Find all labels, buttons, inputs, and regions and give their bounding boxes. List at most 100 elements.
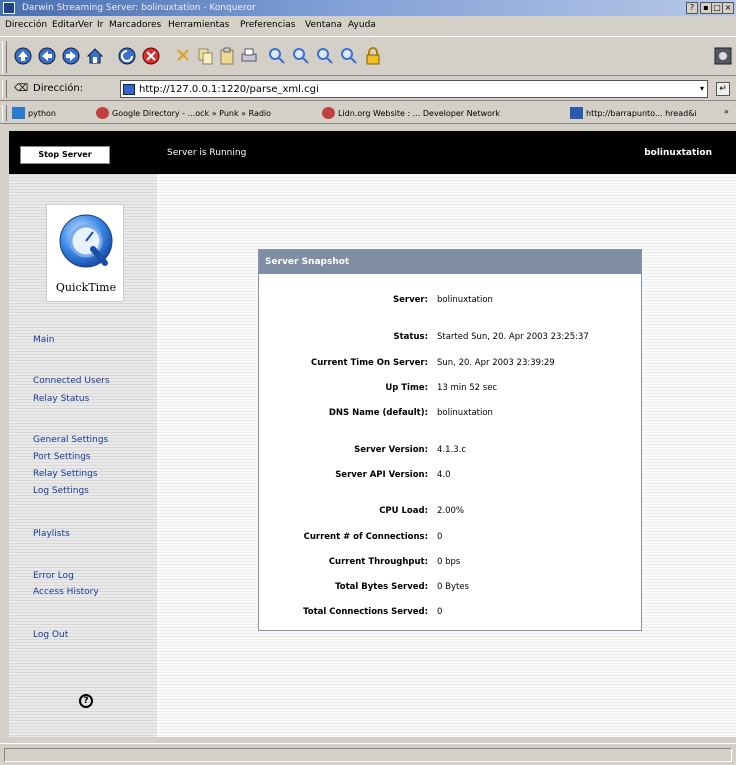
page-icon: [322, 107, 335, 119]
nav-log-out[interactable]: Log Out: [33, 630, 68, 640]
bookmark-python[interactable]: python: [12, 107, 56, 119]
nav-log-settings[interactable]: Log Settings: [33, 486, 89, 496]
bookmark-lidn[interactable]: Lidn.org Website : ... Developer Network: [322, 107, 500, 119]
row-label: Current Throughput:: [328, 557, 428, 567]
row-label: CPU Load:: [379, 506, 428, 516]
nav-playlists[interactable]: Playlists: [33, 529, 70, 539]
row-value: 13 min 52 sec: [437, 383, 498, 393]
reload-icon[interactable]: [116, 45, 138, 67]
bookmark-label: Lidn.org Website : ... Developer Network: [338, 108, 500, 118]
nav-general-settings[interactable]: General Settings: [33, 435, 108, 445]
bookmark-label: http://barrapunto... hread&i: [586, 108, 697, 118]
menu-marcadores[interactable]: Marcadores: [109, 20, 161, 30]
konqueror-throbber-icon: [712, 45, 734, 67]
menu-ir[interactable]: Ir: [97, 20, 103, 30]
main-toolbar: [0, 36, 736, 76]
stop-icon[interactable]: [140, 45, 162, 67]
row-value: 2.00%: [437, 506, 465, 516]
bookmarksbar-handle[interactable]: [2, 105, 7, 121]
menu-preferencias[interactable]: Preferencias: [240, 20, 295, 30]
row-value: 4.1.3.c: [437, 445, 467, 455]
forward-icon[interactable]: [60, 45, 82, 67]
sidebar: QuickTime Main Connected Users Relay Sta…: [9, 174, 157, 737]
help-icon[interactable]: ?: [79, 694, 93, 708]
server-header-bar: Stop Server Server is Running bolinuxtat…: [9, 131, 736, 174]
snapshot-row: Total Connections Served: 0: [259, 607, 641, 621]
nav-access-history[interactable]: Access History: [33, 587, 99, 597]
row-label: Up Time:: [385, 383, 428, 393]
nav-error-log[interactable]: Error Log: [33, 571, 74, 581]
row-label: Server Version:: [354, 445, 428, 455]
quicktime-logo-text: QuickTime: [55, 281, 117, 294]
paste-icon[interactable]: [216, 45, 238, 67]
bookmarks-overflow-icon[interactable]: »: [724, 107, 729, 116]
zoom-fit-icon[interactable]: [266, 45, 288, 67]
cut-icon[interactable]: [172, 45, 194, 67]
web-page: Stop Server Server is Running bolinuxtat…: [9, 131, 736, 737]
row-value: bolinuxtation: [437, 295, 493, 305]
konqueror-app-icon[interactable]: [3, 2, 15, 14]
nav-port-settings[interactable]: Port Settings: [33, 452, 91, 462]
clear-location-icon[interactable]: ⌫: [14, 83, 28, 94]
snapshot-row: Server API Version: 4.0: [259, 470, 641, 484]
menu-ver[interactable]: Ver: [78, 20, 93, 30]
zoom-out-icon[interactable]: [314, 45, 336, 67]
menu-herramientas[interactable]: Herramientas: [168, 20, 229, 30]
row-value: Started Sun, 20. Apr 2003 23:25:37: [437, 332, 589, 342]
row-label: Server:: [393, 295, 428, 305]
print-icon[interactable]: [238, 45, 260, 67]
row-value: bolinuxtation: [437, 408, 493, 418]
back-icon[interactable]: [36, 45, 58, 67]
help-window-icon[interactable]: ?: [686, 2, 698, 14]
url-dropdown-icon[interactable]: ▾: [700, 84, 704, 93]
go-icon[interactable]: ↵: [716, 82, 730, 96]
page-favicon-icon: [123, 84, 135, 95]
snapshot-row: Up Time: 13 min 52 sec: [259, 383, 641, 397]
row-value: 0 bps: [437, 557, 461, 567]
menu-ventana[interactable]: Ventana: [305, 20, 342, 30]
locationbar-handle[interactable]: [2, 80, 7, 98]
bookmark-barrapunto[interactable]: http://barrapunto... hread&i: [570, 107, 697, 119]
url-input[interactable]: http://127.0.0.1:1220/parse_xml.cgi ▾: [120, 80, 708, 98]
bookmark-label: python: [28, 108, 56, 118]
nav-connected-users[interactable]: Connected Users: [33, 376, 110, 386]
close-icon[interactable]: ×: [722, 2, 734, 14]
snapshot-row: Current # of Connections: 0: [259, 532, 641, 546]
stop-server-button[interactable]: Stop Server: [20, 146, 110, 164]
menu-editar[interactable]: Editar: [52, 20, 79, 30]
title-bar[interactable]: Darwin Streaming Server: bolinuxtation -…: [0, 0, 736, 16]
page-icon: [96, 107, 109, 119]
snapshot-row: Server Version: 4.1.3.c: [259, 445, 641, 459]
location-label: Dirección:: [33, 83, 84, 94]
quicktime-logo: QuickTime: [46, 204, 124, 302]
server-hostname: bolinuxtation: [644, 148, 712, 158]
row-value: 0: [437, 532, 443, 542]
nav-main[interactable]: Main: [33, 335, 55, 345]
status-bar: [0, 743, 736, 765]
copy-icon[interactable]: [194, 45, 216, 67]
bookmark-google-directory[interactable]: Google Directory - ...ock » Punk » Radio: [96, 107, 271, 119]
menu-ayuda[interactable]: Ayuda: [348, 20, 376, 30]
row-label: Current Time On Server:: [310, 358, 428, 368]
snapshot-row: Status: Started Sun, 20. Apr 2003 23:25:3…: [259, 332, 641, 346]
menu-direccion[interactable]: Dirección: [5, 20, 47, 30]
snapshot-row: DNS Name (default): bolinuxtation: [259, 408, 641, 422]
toolbar-handle[interactable]: [2, 41, 7, 73]
up-icon[interactable]: [12, 45, 34, 67]
browser-window: Darwin Streaming Server: bolinuxtation -…: [0, 0, 736, 765]
row-label: DNS Name (default):: [328, 408, 428, 418]
row-label: Current # of Connections:: [303, 532, 428, 542]
url-text[interactable]: http://127.0.0.1:1220/parse_xml.cgi: [139, 84, 319, 95]
quicktime-icon: [59, 214, 113, 268]
nav-relay-settings[interactable]: Relay Settings: [33, 469, 98, 479]
lock-icon[interactable]: [362, 45, 384, 67]
panel-title: Server Snapshot: [259, 250, 641, 274]
home-icon[interactable]: [84, 45, 106, 67]
zoom-icon[interactable]: [338, 45, 360, 67]
bookmarks-toolbar: python Google Directory - ...ock » Punk …: [0, 102, 736, 124]
main-content: Server Snapshot Server: bolinuxtation Sta…: [157, 174, 736, 737]
zoom-in-icon[interactable]: [290, 45, 312, 67]
page-icon: [570, 107, 583, 119]
snapshot-row: Server: bolinuxtation: [259, 295, 641, 309]
nav-relay-status[interactable]: Relay Status: [33, 394, 89, 404]
